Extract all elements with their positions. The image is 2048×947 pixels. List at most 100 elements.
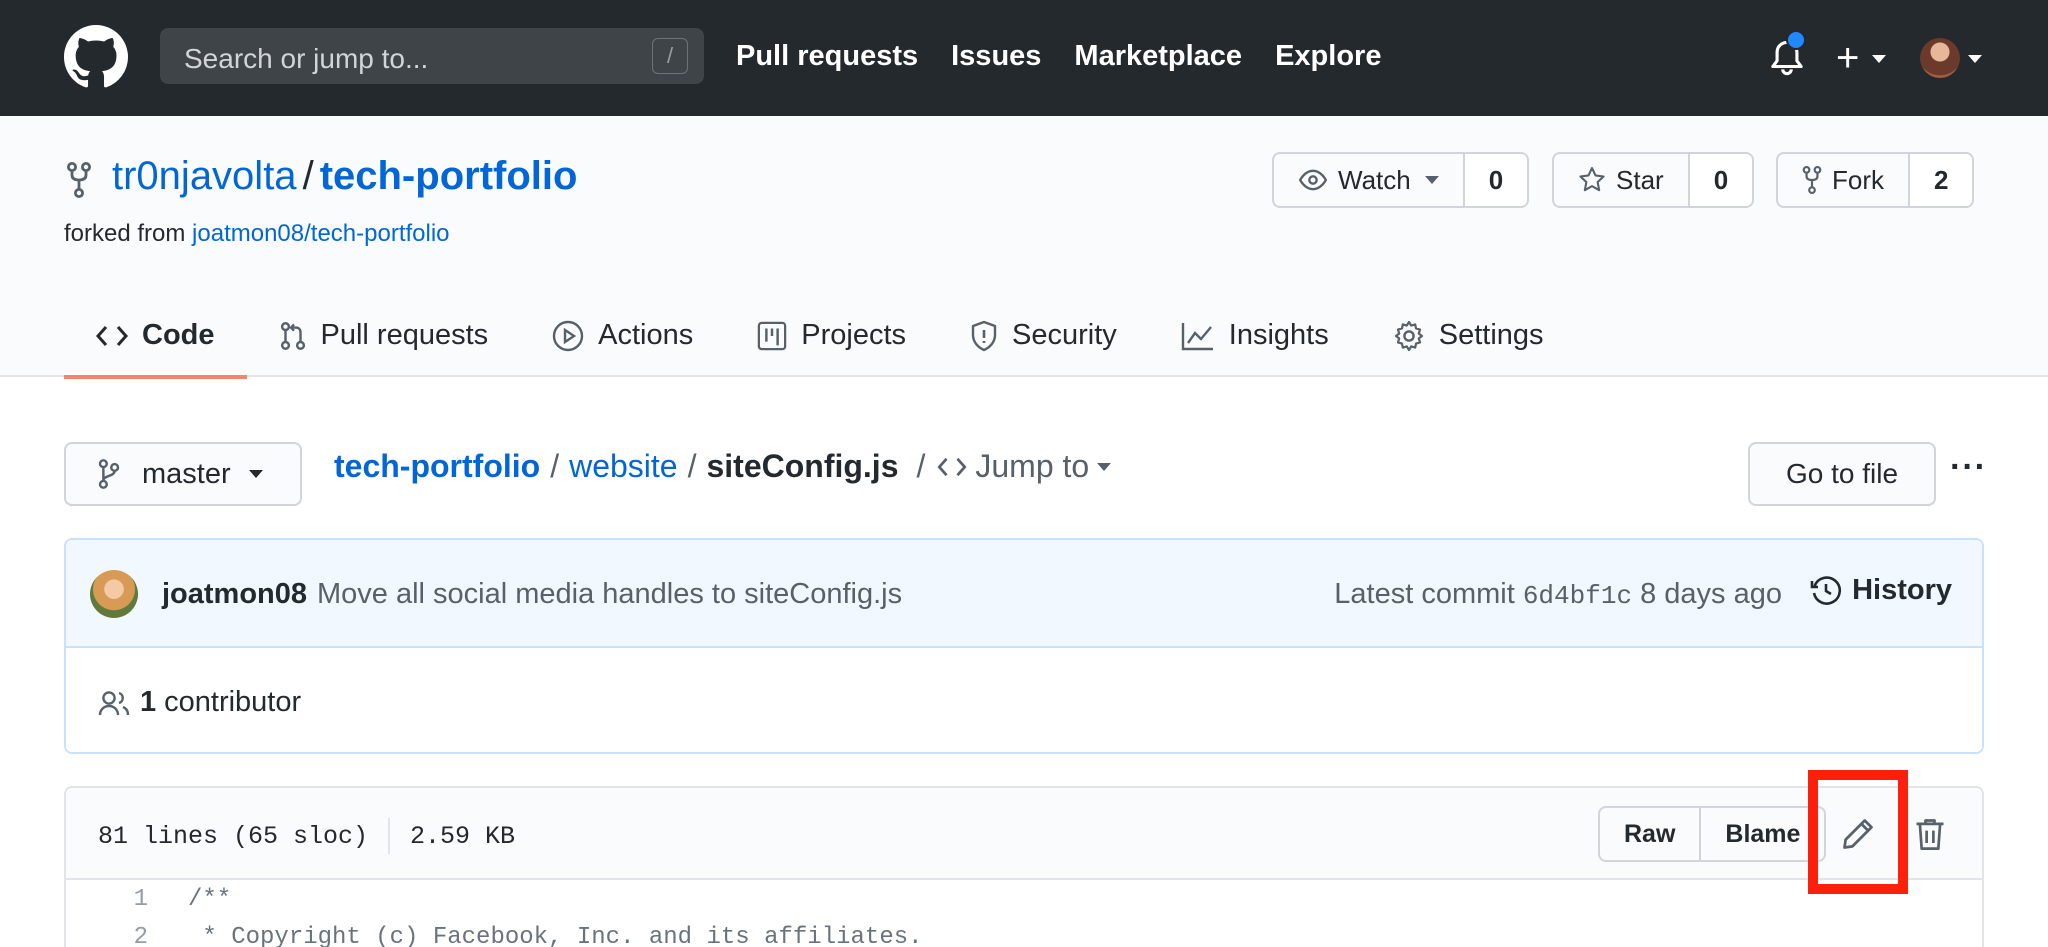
breadcrumb-current-file: siteConfig.js	[706, 448, 899, 484]
repo-title-separator: /	[302, 154, 314, 198]
code-view: 1 /** 2 * Copyright (c) Facebook, Inc. a…	[66, 880, 1982, 947]
latest-commit-box: joatmon08 Move all social media handles …	[64, 538, 1984, 754]
commit-sha-link[interactable]: 6d4bf1c	[1523, 581, 1632, 611]
tab-security[interactable]: Security	[938, 294, 1149, 377]
trash-icon[interactable]	[1914, 816, 1946, 852]
commit-author-link[interactable]: joatmon08	[162, 578, 307, 611]
star-button-group: Star 0	[1552, 152, 1755, 208]
edit-button-highlight	[1808, 770, 1908, 894]
history-label: History	[1852, 574, 1952, 606]
commit-message-link[interactable]: Move all social media handles to siteCon…	[317, 578, 902, 611]
jump-to-dropdown[interactable]: Jump to	[937, 448, 1112, 485]
repo-owner-link[interactable]: tr0njavolta	[112, 154, 297, 198]
tab-settings[interactable]: Settings	[1361, 294, 1576, 377]
go-to-file-button[interactable]: Go to file	[1748, 442, 1936, 506]
forked-from-link[interactable]: joatmon08/tech-portfolio	[192, 220, 449, 247]
github-logo-icon[interactable]	[64, 25, 128, 89]
tab-projects-label: Projects	[801, 319, 907, 351]
latest-commit-label: Latest commit	[1334, 578, 1515, 610]
tab-actions[interactable]: Actions	[520, 294, 725, 377]
global-header: Search or jump to... / Pull requests Iss…	[0, 0, 2048, 116]
tab-insights-label: Insights	[1228, 319, 1329, 351]
star-count[interactable]: 0	[1687, 154, 1753, 206]
fork-button-group: Fork 2	[1776, 152, 1975, 208]
play-icon	[552, 320, 584, 351]
repo-name-link[interactable]: tech-portfolio	[320, 154, 578, 198]
contributors-link[interactable]: 1 contributor	[98, 686, 301, 719]
project-icon	[758, 321, 787, 350]
line-number[interactable]: 2	[66, 924, 148, 947]
watch-button[interactable]: Watch	[1274, 154, 1463, 206]
breadcrumb-separator: /	[550, 448, 560, 484]
branch-selector[interactable]: master	[64, 442, 302, 506]
tab-pull-requests[interactable]: Pull requests	[247, 294, 521, 377]
breadcrumb-repo-link[interactable]: tech-portfolio	[334, 448, 540, 485]
fork-count[interactable]: 2	[1908, 154, 1973, 206]
nav-explore[interactable]: Explore	[1275, 40, 1381, 73]
nav-issues[interactable]: Issues	[951, 40, 1041, 73]
tab-pull-requests-label: Pull requests	[320, 319, 489, 351]
tab-projects[interactable]: Projects	[725, 294, 938, 377]
blame-button[interactable]: Blame	[1699, 808, 1824, 860]
breadcrumb-separator: /	[687, 448, 697, 484]
watch-label: Watch	[1338, 164, 1411, 195]
user-avatar[interactable]	[1920, 38, 1960, 78]
tab-security-label: Security	[1012, 319, 1117, 351]
code-icon	[937, 457, 967, 476]
fork-button[interactable]: Fork	[1778, 154, 1908, 206]
branch-icon	[98, 459, 120, 489]
notification-dot	[1786, 30, 1806, 50]
fork-label: Fork	[1832, 164, 1884, 195]
commit-time: 8 days ago	[1640, 578, 1782, 610]
file-lines-info: 81 lines (65 sloc)	[98, 821, 369, 851]
shield-icon	[971, 320, 997, 351]
more-options-icon[interactable]: ···	[1950, 448, 1987, 487]
line-number[interactable]: 1	[66, 886, 148, 913]
create-caret-icon[interactable]	[1872, 55, 1886, 63]
star-icon	[1579, 167, 1605, 192]
tab-settings-label: Settings	[1438, 319, 1544, 351]
watch-button-group: Watch 0	[1272, 152, 1530, 208]
search-shortcut-key: /	[652, 38, 688, 74]
tab-insights[interactable]: Insights	[1149, 294, 1361, 377]
forked-from-label: forked from	[64, 220, 186, 247]
plus-icon[interactable]: +	[1836, 36, 1859, 80]
star-button[interactable]: Star	[1554, 154, 1688, 206]
raw-button[interactable]: Raw	[1600, 808, 1699, 860]
code-line: 2 * Copyright (c) Facebook, Inc. and its…	[66, 918, 1982, 947]
breadcrumb-folder-link[interactable]: website	[569, 448, 678, 485]
forked-from: forked from joatmon08/tech-portfolio	[64, 220, 450, 248]
contributors-label: contributor	[164, 686, 302, 718]
top-nav: Pull requests Issues Marketplace Explore	[736, 40, 1381, 73]
repo-header: tr0njavolta / tech-portfolio forked from j…	[0, 116, 2048, 379]
profile-caret-icon[interactable]	[1968, 55, 1982, 63]
nav-marketplace[interactable]: Marketplace	[1074, 40, 1242, 73]
nav-pull-requests[interactable]: Pull requests	[736, 40, 918, 73]
contributors-count: 1	[140, 686, 157, 718]
graph-icon	[1181, 322, 1213, 350]
people-icon	[98, 690, 130, 715]
tab-actions-label: Actions	[598, 319, 694, 351]
repo-title: tr0njavolta / tech-portfolio	[112, 154, 577, 199]
branch-name: master	[142, 457, 231, 490]
jump-to-caret-icon	[1097, 462, 1112, 471]
star-label: Star	[1616, 164, 1664, 195]
watch-count[interactable]: 0	[1462, 154, 1528, 206]
jump-to-label: Jump to	[975, 448, 1090, 484]
history-link[interactable]: History	[1810, 574, 1952, 607]
line-content: /**	[188, 885, 232, 913]
code-line: 1 /**	[66, 880, 1982, 918]
pull-request-icon	[280, 321, 305, 350]
commit-header: joatmon08 Move all social media handles …	[66, 540, 1982, 648]
commit-author-avatar[interactable]	[90, 570, 138, 618]
search-input[interactable]: Search or jump to... /	[160, 28, 704, 84]
repo-forked-icon	[67, 162, 91, 198]
file-info-divider	[388, 818, 391, 854]
repo-tabs: Code Pull requests Actions Projects Secu…	[64, 294, 1576, 379]
file-size: 2.59 KB	[410, 821, 516, 851]
code-icon	[96, 325, 128, 346]
breadcrumb-separator: /	[916, 448, 926, 484]
line-content: * Copyright (c) Facebook, Inc. and its a…	[188, 923, 923, 947]
search-placeholder: Search or jump to...	[184, 43, 429, 74]
tab-code[interactable]: Code	[64, 294, 247, 379]
